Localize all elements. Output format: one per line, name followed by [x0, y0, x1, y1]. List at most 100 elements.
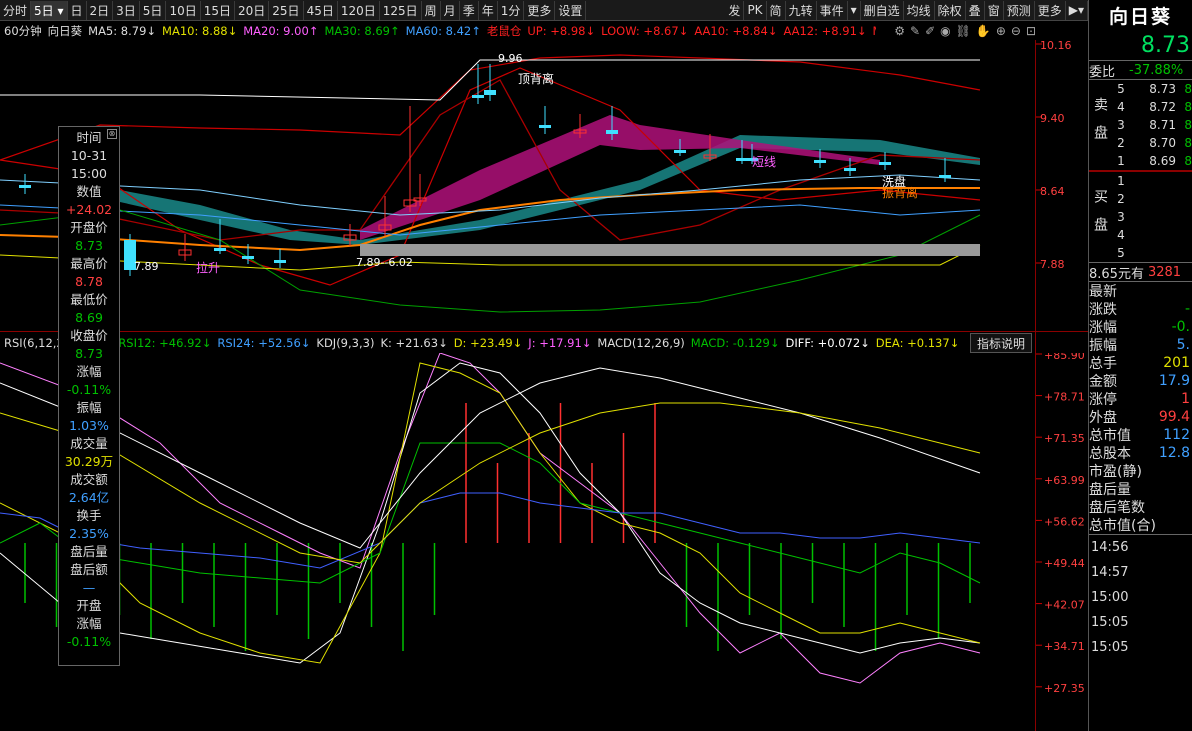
link-icon[interactable]: ⛓ [956, 24, 971, 38]
ob-qty: 8 [1184, 136, 1192, 150]
period-button[interactable]: 周 [422, 0, 441, 20]
tooltip-label: 开盘价 [70, 220, 108, 235]
quote-panel: 向日葵 8.73 委比 -37.88% 卖盘 5 8.73 8 4 8.72 8 3 8.71… [1088, 0, 1192, 731]
indicator-header: RSI(6,12,235.72↓RSI12: +46.92↓RSI24: +52… [0, 333, 1040, 353]
ob-qty: 8 [1184, 118, 1192, 132]
tooltip-label: 换手 [76, 508, 102, 523]
period-button[interactable]: 1分 [498, 0, 525, 20]
ob-level: 5 [1117, 246, 1125, 260]
indicator-chart[interactable]: +85.90 +78.71 +71.35 +63.99 +56.62 +49.44 +42.… [0, 353, 1088, 731]
stat-label: 盘后量 [1089, 482, 1131, 498]
orderbook-row: 4 8.72 8 [1111, 98, 1192, 116]
axis-label: +27.35 [1044, 682, 1085, 695]
expand-icon[interactable]: ⊡ [1026, 24, 1036, 38]
toolbar-button[interactable]: 事件 [817, 0, 848, 20]
indicator-value: KDJ(9,3,3) [316, 336, 375, 350]
period-button[interactable]: 更多 [524, 0, 556, 20]
ob-price: 8.69 [1149, 154, 1176, 168]
stat-row: 总股本 12.8 [1089, 444, 1192, 462]
indicator-value: RSI24: +52.56↓ [217, 336, 311, 350]
tooltip-label: 振幅 [76, 400, 102, 415]
toolbar-button[interactable]: 更多 [1035, 0, 1066, 20]
stat-label: 市盈(静) [1089, 464, 1142, 480]
toolbar-button[interactable]: ▾ [848, 0, 861, 20]
stat-label: 金额 [1089, 374, 1117, 390]
axis-label: +85.90 [1044, 353, 1085, 362]
period-button[interactable]: 分时 [0, 0, 32, 20]
tick-time: 14:56 [1091, 540, 1129, 555]
axis-label: +42.07 [1044, 599, 1085, 612]
tooltip-value: 2.64亿 [68, 490, 110, 505]
period-button[interactable]: 125日 [380, 0, 422, 20]
ma-indicator: AA10: +8.84↓ [694, 24, 778, 38]
hand-icon[interactable]: ✋ [976, 24, 991, 38]
period-button[interactable]: 25日 [269, 0, 304, 20]
period-button[interactable]: 15日 [201, 0, 235, 20]
toolbar-button[interactable]: 九转 [786, 0, 817, 20]
ob-qty: 8 [1184, 100, 1192, 114]
ob-price: 8.73 [1149, 82, 1176, 96]
toolbar-button[interactable]: 除权 [935, 0, 966, 20]
toolbar-button[interactable]: 叠 [966, 0, 985, 20]
chart-tools: ⚙ ✎ ✐ ◉ ⛓ ✋ ⊕ ⊖ ⊡ [876, 22, 1040, 40]
toolbar-button[interactable]: 预测 [1004, 0, 1035, 20]
period-button[interactable]: 45日 [304, 0, 338, 20]
toolbar-button[interactable]: 删自选 [861, 0, 904, 20]
unit-value: 3281 [1147, 264, 1182, 280]
period-button[interactable]: 5日 [140, 0, 167, 20]
period-button[interactable]: 年 [479, 0, 498, 20]
ma-indicator: MA60: 8.42↑ [405, 24, 481, 38]
kline-chart[interactable]: 9.96 顶背离 7.89 7.89--6.02 拉升 短线 洗盘 振背离 10… [0, 40, 1088, 330]
period-button[interactable]: 2日 [87, 0, 114, 20]
scroll-arrow-icon[interactable]: ▶▾ [1066, 0, 1088, 20]
stat-label: 外盘 [1089, 410, 1117, 426]
stat-label: 涨停 [1089, 392, 1117, 408]
pen-icon[interactable]: ✎ [910, 24, 920, 38]
brush-icon[interactable]: ✐ [925, 24, 935, 38]
stat-row: 外盘 99.4 [1089, 408, 1192, 426]
sell-label-text: 卖盘 [1092, 97, 1108, 153]
orderbook-row: 1 8.69 8 [1111, 152, 1192, 170]
zoom-out-icon[interactable]: ⊖ [1011, 24, 1021, 38]
tooltip-value: 8.78 [75, 274, 103, 289]
orderbook-row: 3 8.71 8 [1111, 116, 1192, 134]
settings-icon[interactable]: ⚙ [894, 24, 905, 38]
toolbar-button[interactable]: 发 [725, 0, 745, 20]
annot-short: 短线 [752, 155, 776, 169]
period-button[interactable]: 5日 ▾ [31, 0, 68, 20]
axis-label: +56.62 [1044, 515, 1085, 528]
period-button[interactable]: 设置 [555, 0, 587, 20]
toolbar-button[interactable]: PK [744, 0, 767, 20]
stat-row: 总手 201 [1089, 354, 1192, 372]
ob-level: 2 [1117, 136, 1125, 150]
candle-body [814, 160, 826, 163]
period-button[interactable]: 20日 [235, 0, 270, 20]
close-icon[interactable]: ⊗ [107, 129, 117, 139]
price-axis: 10.16 9.40 8.64 7.88 [1036, 40, 1072, 271]
indicator-explain-button[interactable]: 指标说明 [970, 333, 1032, 353]
ob-level: 4 [1117, 228, 1125, 242]
indicator-value: DEA: +0.137↓ [875, 336, 960, 350]
toolbar-button[interactable]: 均线 [904, 0, 935, 20]
stock-name: 向日葵 [1108, 5, 1172, 28]
period-button[interactable]: 季 [460, 0, 479, 20]
period-button[interactable]: 日 [68, 0, 87, 20]
toolbar-button[interactable]: 简 [767, 0, 786, 20]
period-button[interactable]: 月 [441, 0, 460, 20]
ob-level: 5 [1117, 82, 1125, 96]
period-toolbar: 分时 5日 ▾ 日 2日 3日 5日 10日 15日 20日 25日 45日 120日 125日周月季年… [0, 0, 1088, 21]
period-button[interactable]: 3日 [113, 0, 140, 20]
period-button[interactable]: 10日 [166, 0, 201, 20]
annot-high: 9.96 [498, 52, 523, 65]
tooltip-value: 30.29万 [64, 454, 114, 469]
axis-label: 10.16 [1040, 40, 1072, 52]
candle-body [214, 248, 226, 251]
eye-icon[interactable]: ◉ [940, 24, 950, 38]
period-button[interactable]: 120日 [338, 0, 380, 20]
zoom-in-icon[interactable]: ⊕ [996, 24, 1006, 38]
buy-label: 买盘 [1089, 172, 1111, 262]
toolbar-button[interactable]: 窗 [985, 0, 1004, 20]
tick-time: 14:57 [1091, 565, 1129, 580]
axis-label: +78.71 [1044, 391, 1085, 404]
tooltip-value: 8.73 [75, 238, 103, 253]
